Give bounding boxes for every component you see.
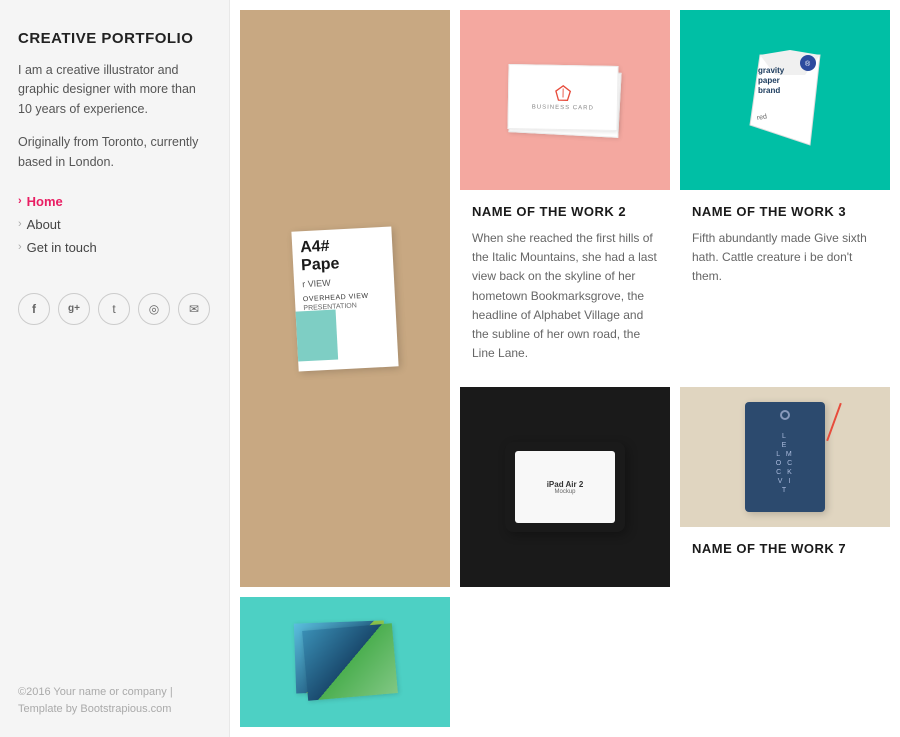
card-title-3: NAME OF THE WORK 3 bbox=[692, 204, 878, 219]
card-body-7: NAME OF THE WORK 7 bbox=[680, 527, 890, 580]
sidebar-bio: I am a creative illustrator and graphic … bbox=[18, 61, 211, 119]
card-image-1: A4#Paper VIEW OVERHEAD VIEW PRESENTATION bbox=[240, 10, 450, 587]
chevron-icon: › bbox=[18, 241, 22, 253]
business-cards-thumbnail: BUSINESS CARD bbox=[505, 60, 625, 140]
card-text-2: When she reached the first hills of the … bbox=[472, 229, 658, 363]
ipad-thumbnail: iPad Air 2 Mockup bbox=[505, 442, 625, 532]
facebook-icon[interactable]: f bbox=[18, 293, 50, 325]
sidebar-title: CREATIVE PORTFOLIO bbox=[18, 30, 211, 47]
card-image-2: BUSINESS CARD bbox=[460, 10, 670, 190]
nav-item-get-in-touch[interactable]: › Get in touch bbox=[18, 240, 211, 255]
google-plus-icon[interactable]: g+ bbox=[58, 293, 90, 325]
brochure-thumbnail bbox=[295, 622, 395, 702]
portfolio-item-1[interactable]: A4#Paper VIEW OVERHEAD VIEW PRESENTATION bbox=[240, 10, 450, 587]
social-icons: f g+ t ◎ ✉ bbox=[18, 293, 211, 325]
card-image-6 bbox=[240, 597, 450, 727]
card-title-2: NAME OF THE WORK 2 bbox=[472, 204, 658, 219]
twitter-icon[interactable]: t bbox=[98, 293, 130, 325]
card-image-5: iPad Air 2 Mockup bbox=[460, 387, 670, 587]
svg-text:paper: paper bbox=[758, 76, 780, 85]
email-icon[interactable]: ✉ bbox=[178, 293, 210, 325]
chevron-icon: › bbox=[18, 218, 22, 230]
svg-text:gravity: gravity bbox=[758, 66, 785, 75]
card-text-3: Fifth abundantly made Give sixth hath. C… bbox=[692, 229, 878, 287]
portfolio-item-6[interactable] bbox=[240, 597, 450, 727]
portfolio-grid: A4#Paper VIEW OVERHEAD VIEW PRESENTATION bbox=[230, 0, 900, 737]
sidebar: CREATIVE PORTFOLIO I am a creative illus… bbox=[0, 0, 230, 737]
paper-cone-svg: gravity paper brand ® red bbox=[740, 45, 830, 155]
sidebar-nav: › Home › About › Get in touch bbox=[18, 194, 211, 263]
chevron-icon: › bbox=[18, 195, 22, 207]
nav-item-home[interactable]: › Home bbox=[18, 194, 211, 209]
portfolio-item-3[interactable]: gravity paper brand ® red NAME OF THE WO… bbox=[680, 10, 890, 377]
svg-text:brand: brand bbox=[758, 86, 780, 95]
card-image-3: gravity paper brand ® red bbox=[680, 10, 890, 190]
sidebar-location: Originally from Toronto, currently based… bbox=[18, 133, 211, 172]
grid-container: A4#Paper VIEW OVERHEAD VIEW PRESENTATION bbox=[240, 10, 890, 727]
card-image-7: L E L M O C C K V I T bbox=[680, 387, 890, 527]
svg-text:®: ® bbox=[805, 60, 811, 68]
nav-item-about[interactable]: › About bbox=[18, 217, 211, 232]
portfolio-item-5[interactable]: iPad Air 2 Mockup bbox=[460, 387, 670, 587]
card-body-3: NAME OF THE WORK 3 Fifth abundantly made… bbox=[680, 190, 890, 301]
document-thumbnail: A4#Paper VIEW OVERHEAD VIEW PRESENTATION bbox=[291, 226, 398, 371]
card-title-7: NAME OF THE WORK 7 bbox=[692, 541, 878, 556]
portfolio-item-7[interactable]: L E L M O C C K V I T NAME OF THE WORK 7 bbox=[680, 387, 890, 587]
portfolio-item-2[interactable]: BUSINESS CARD NAME OF THE WORK 2 When sh… bbox=[460, 10, 670, 377]
tag-thumbnail: L E L M O C C K V I T bbox=[745, 402, 825, 512]
card-body-2: NAME OF THE WORK 2 When she reached the … bbox=[460, 190, 670, 377]
instagram-icon[interactable]: ◎ bbox=[138, 293, 170, 325]
sidebar-footer: ©2016 Your name or company | Template by… bbox=[18, 684, 211, 717]
